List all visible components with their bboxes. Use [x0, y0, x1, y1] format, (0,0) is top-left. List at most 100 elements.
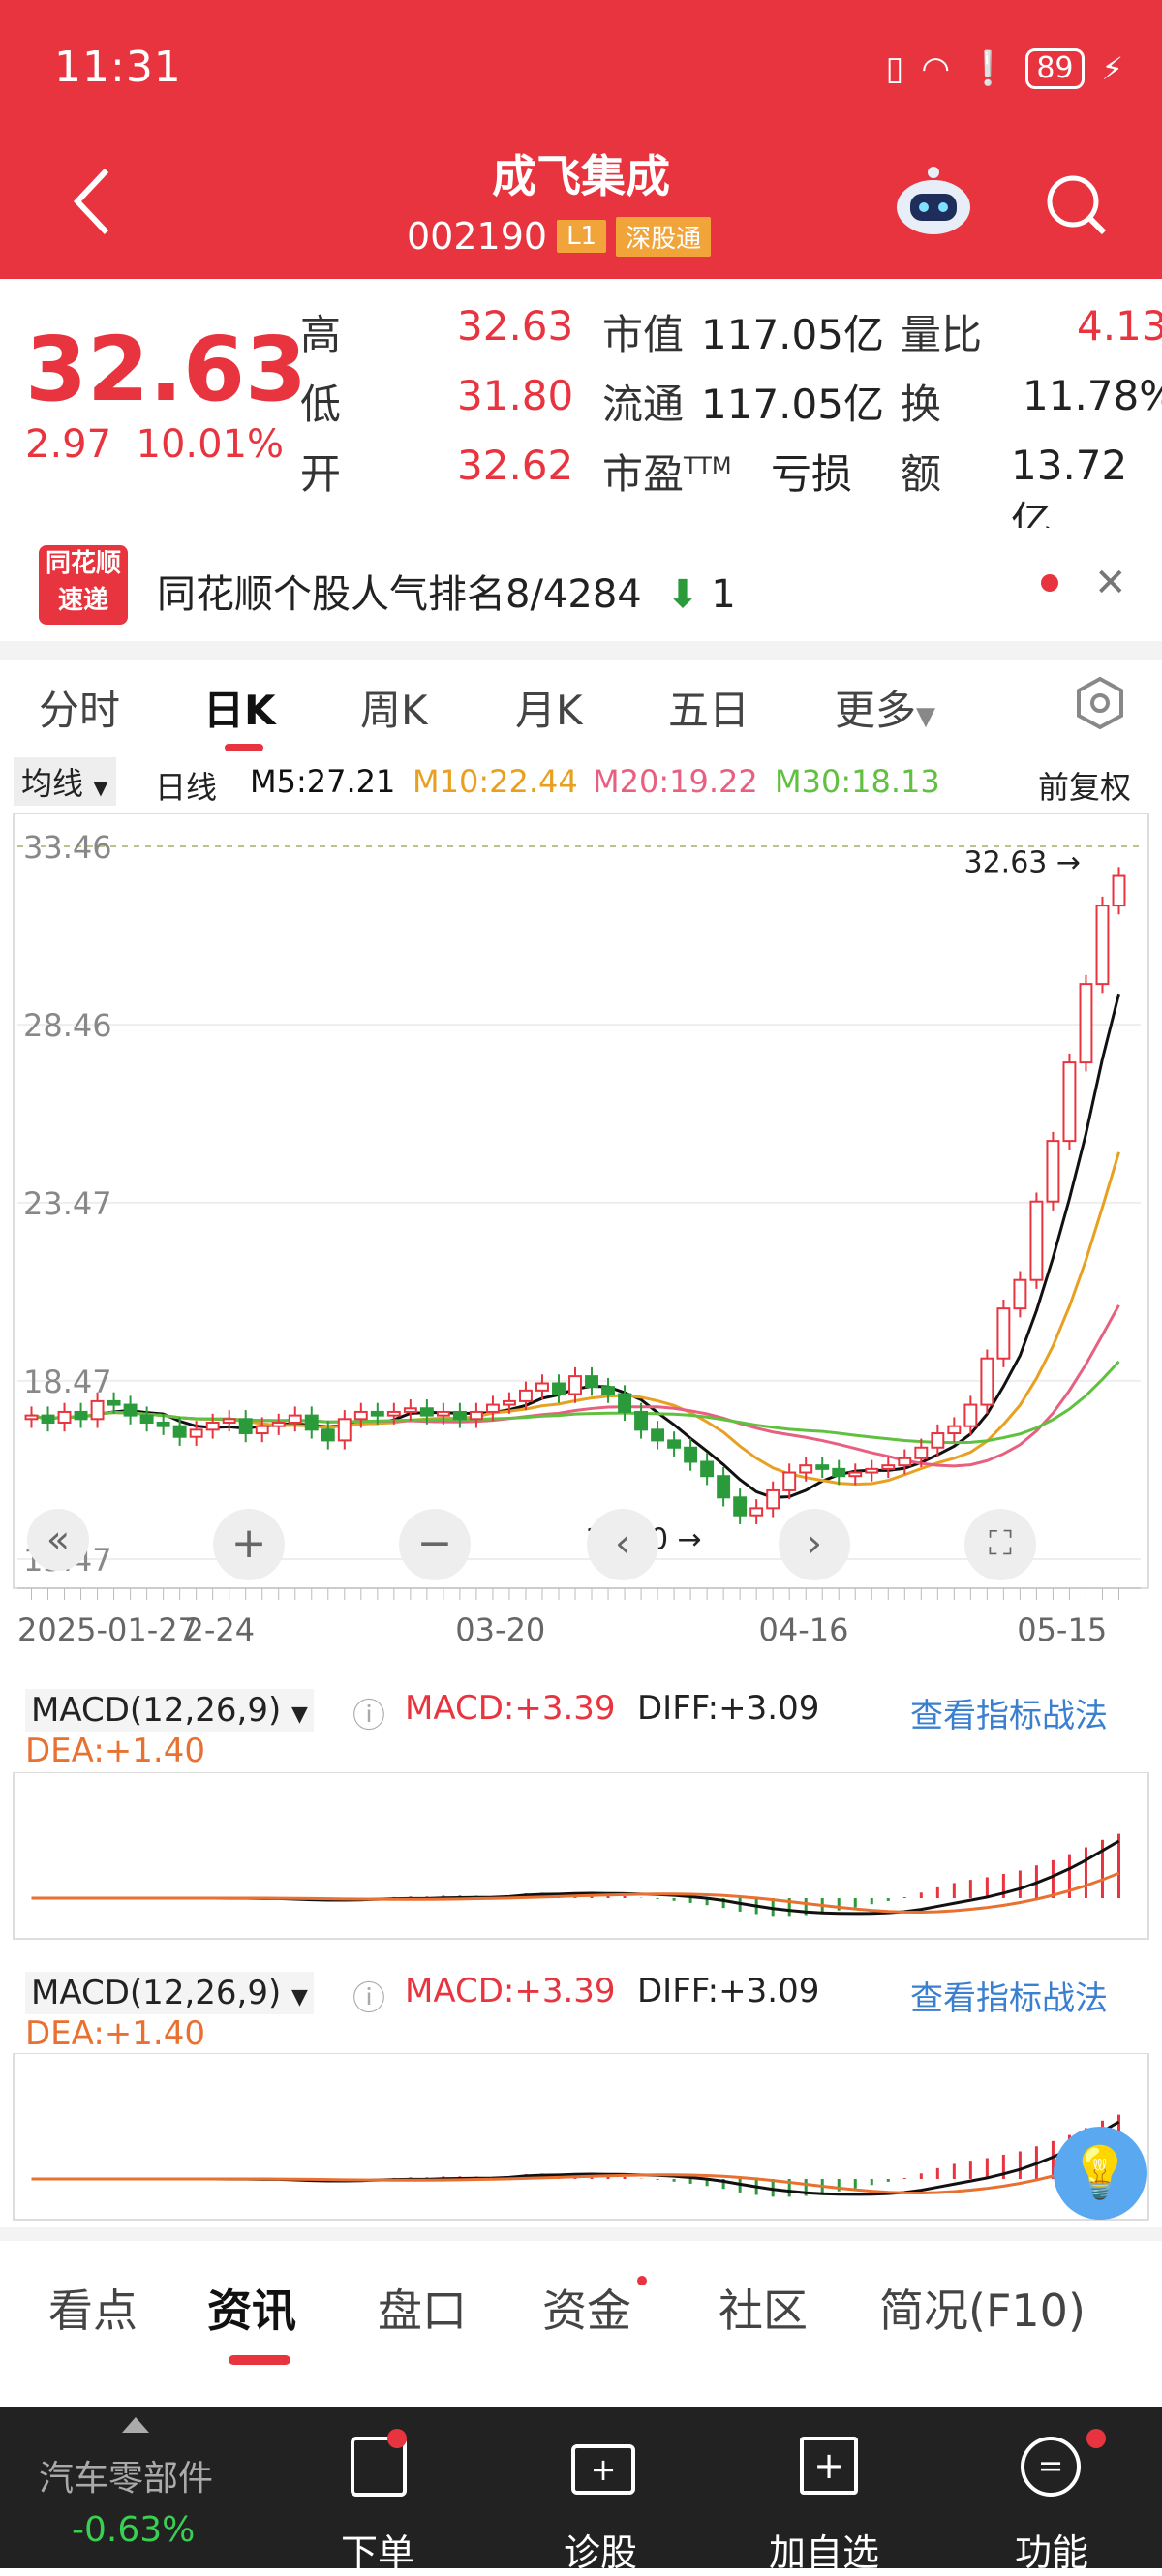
candle	[74, 1410, 88, 1421]
pe-label-text: 市盈	[602, 450, 685, 498]
candle	[107, 1399, 121, 1406]
macd-selector[interactable]: MACD(12,26,9) ▼	[25, 1689, 314, 1732]
next-icon[interactable]: ›	[779, 1509, 850, 1580]
turnover-value: 11.78%	[1023, 372, 1162, 419]
macd-strategy-link[interactable]: 查看指标战法	[910, 1972, 1108, 2019]
dropdown-icon: ▼	[93, 776, 108, 799]
adjust-mode[interactable]: 前复权	[1038, 763, 1131, 808]
rank-change: 1	[711, 572, 736, 617]
pe-ttm: TTM	[684, 452, 732, 479]
tab-orderbook[interactable]: 盘口	[378, 2276, 467, 2340]
candle	[419, 1407, 434, 1417]
idea-bulb-icon[interactable]: 💡	[1054, 2127, 1147, 2220]
alert-icon: ❕	[967, 49, 1009, 88]
stock-code: 002190	[407, 215, 548, 258]
level1-tag: L1	[557, 220, 607, 253]
candle	[502, 1399, 516, 1406]
fullscreen-icon[interactable]: ⛶	[964, 1509, 1036, 1580]
news-banner[interactable]: 同花顺 速递 同花顺个股人气排名8/4284 ⬇ 1 ✕	[0, 528, 1162, 639]
vibrate-icon: ▯	[885, 49, 904, 88]
tab-profile-f10[interactable]: 简况(F10)	[879, 2276, 1086, 2340]
candle	[403, 1407, 417, 1413]
tab-monthly-k[interactable]: 月K	[515, 678, 583, 737]
tonghuashun-logo: 同花顺 速递	[39, 545, 128, 625]
last-price: 32.63	[25, 318, 308, 421]
ma30-value: M30:18.13	[775, 763, 940, 800]
settings-icon[interactable]	[1073, 676, 1127, 734]
help-icon[interactable]: ⓘ	[352, 1972, 385, 2019]
dropdown-icon: ▼	[291, 1985, 308, 2009]
x-tick-label: 03-20	[455, 1611, 545, 1646]
zoom-out-icon[interactable]: −	[399, 1509, 471, 1580]
menu-icon: =	[1021, 2437, 1081, 2497]
tab-highlights[interactable]: 看点	[48, 2276, 138, 2340]
candle	[947, 1425, 962, 1435]
up-arrow-icon	[122, 2417, 149, 2433]
prev-icon[interactable]: ‹	[587, 1509, 658, 1580]
candle	[288, 1414, 302, 1424]
dropdown-icon: ▼	[916, 702, 936, 731]
candle	[815, 1464, 830, 1470]
candle	[353, 1410, 368, 1421]
candle	[271, 1421, 286, 1427]
candle	[222, 1418, 236, 1424]
search-icon[interactable]	[1042, 170, 1110, 242]
candle	[552, 1382, 566, 1395]
diagnose-icon: +	[571, 2444, 635, 2495]
logo-line1: 同花顺	[45, 549, 121, 578]
candle	[1029, 1200, 1044, 1281]
candle	[766, 1488, 780, 1510]
tab-intraday[interactable]: 分时	[39, 678, 120, 737]
macd-selector[interactable]: MACD(12,26,9) ▼	[25, 1972, 314, 2014]
zoom-in-icon[interactable]: +	[213, 1509, 285, 1580]
battery-indicator: 89	[1025, 48, 1085, 89]
float-value: 117.05亿	[701, 381, 884, 428]
pe-label: 市盈TTM	[602, 442, 732, 501]
tab-five-day[interactable]: 五日	[668, 678, 749, 737]
candle	[519, 1389, 533, 1402]
candle	[189, 1428, 203, 1438]
macd-strategy-link[interactable]: 查看指标战法	[910, 1689, 1108, 1736]
candle	[469, 1410, 483, 1421]
candle	[634, 1410, 649, 1431]
logo-line2: 速递	[57, 586, 108, 615]
candle	[782, 1471, 797, 1491]
help-icon[interactable]: ⓘ	[352, 1689, 385, 1736]
quote-panel: 32.63 2.97 10.01% 高 32.63 低 31.80 开 32.6…	[0, 279, 1162, 545]
rewind-icon[interactable]: «	[27, 1509, 89, 1571]
tab-community[interactable]: 社区	[719, 2276, 808, 2340]
candle	[90, 1399, 105, 1421]
candle	[238, 1418, 253, 1435]
vr-label: 量比	[901, 311, 983, 358]
connect-tag: 深股通	[616, 216, 712, 257]
candle	[386, 1410, 401, 1417]
unread-dot	[637, 2276, 647, 2285]
tab-weekly-k[interactable]: 周K	[360, 678, 428, 737]
diff-value: DIFF:+3.09	[637, 1972, 820, 2010]
candle	[255, 1425, 269, 1435]
close-icon[interactable]: ✕	[1094, 561, 1127, 605]
tab-news[interactable]: 资讯	[207, 2276, 296, 2340]
mcap-value: 117.05亿	[701, 311, 884, 358]
ma-selector[interactable]: 均线 ▼	[14, 757, 116, 806]
tab-capital[interactable]: 资金	[542, 2276, 631, 2340]
sector-change: -0.63%	[72, 2510, 196, 2550]
candle	[1095, 905, 1110, 986]
tab-more[interactable]: 更多▼	[835, 678, 935, 737]
candle	[799, 1464, 813, 1474]
tab-daily-k[interactable]: 日K	[203, 678, 276, 737]
candle	[452, 1410, 467, 1421]
open-label: 开	[300, 450, 342, 498]
candle	[205, 1421, 220, 1431]
vr-value: 4.13	[1077, 302, 1162, 350]
high-value: 32.63	[457, 302, 574, 350]
candle	[1013, 1278, 1027, 1310]
candle	[963, 1403, 978, 1427]
robot-assistant-icon[interactable]	[893, 165, 974, 240]
status-time: 11:31	[54, 43, 182, 92]
x-tick-label: 05-15	[1017, 1611, 1107, 1646]
candle	[370, 1410, 384, 1417]
candle	[1062, 1061, 1077, 1143]
candle	[156, 1421, 170, 1427]
candle	[914, 1446, 929, 1459]
